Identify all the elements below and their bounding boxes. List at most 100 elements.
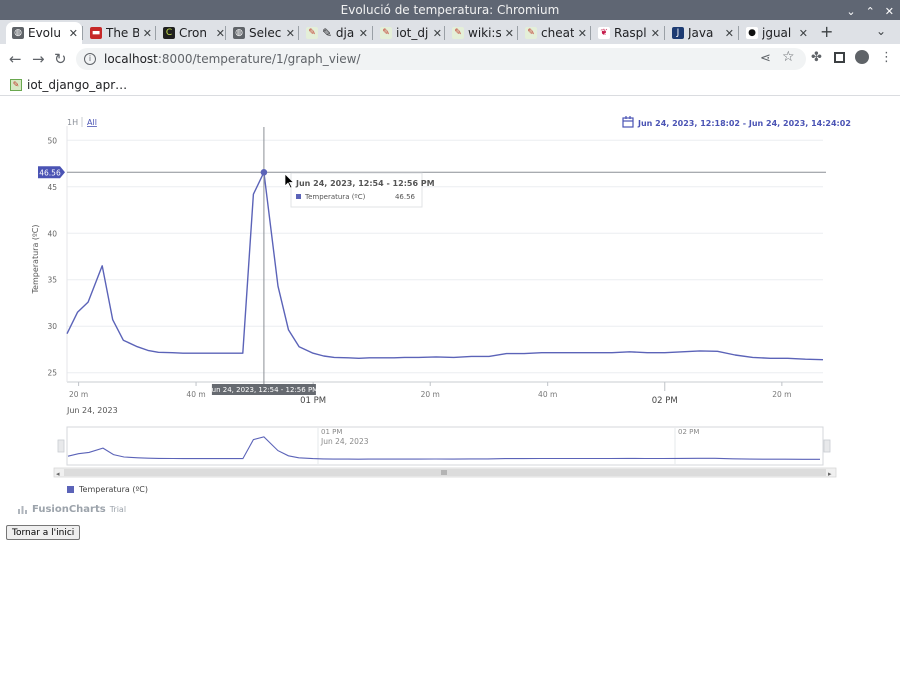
site-info-icon[interactable]: i	[84, 53, 96, 65]
django-icon: ✎	[525, 27, 537, 39]
share-icon[interactable]: ⋖	[760, 51, 771, 66]
browser-tab[interactable]: ◍ Evolu ✕	[6, 22, 82, 44]
scrollbar-thumb[interactable]	[64, 469, 826, 476]
tab-search-icon[interactable]: ⌄	[876, 24, 886, 38]
profile-avatar-icon[interactable]	[855, 50, 869, 64]
tab-separator	[517, 26, 518, 40]
django-icon: ✎	[10, 78, 22, 91]
maximize-icon[interactable]: ⌃	[866, 2, 875, 22]
tab-close-icon[interactable]: ✕	[433, 27, 442, 40]
address-bar[interactable]: i localhost :8000/temperature/1/graph_vi…	[76, 48, 806, 70]
tab-label: Raspl	[614, 26, 647, 40]
time-navigator[interactable]: 01 PM Jun 24, 2023 02 PM	[57, 426, 831, 466]
minimize-icon[interactable]: ⌄	[846, 2, 855, 22]
x-tick-label: 40 m	[186, 390, 205, 399]
x-axis: 20 m 40 m 01 PM 20 m 40 m 02 PM 20 m	[69, 382, 791, 406]
bookmark-star-icon[interactable]: ☆	[782, 49, 795, 65]
x-tick-label: 02 PM	[652, 396, 678, 406]
y-tick-label: 35	[47, 276, 57, 285]
tab-separator	[225, 26, 226, 40]
navigator-left-handle[interactable]	[57, 439, 65, 453]
forward-arrow-icon[interactable]: →	[32, 50, 45, 68]
browser-tab[interactable]: ◍ Selec ✕	[227, 22, 299, 44]
browser-tab[interactable]: C Cron ✕	[157, 22, 229, 44]
window-title: Evolució de temperatura: Chromium	[340, 3, 560, 17]
fusioncharts-credit[interactable]: FusionCharts Trial	[18, 504, 126, 515]
globe-icon: ◍	[12, 27, 24, 39]
tab-close-icon[interactable]: ✕	[359, 27, 368, 40]
tab-close-icon[interactable]: ✕	[286, 27, 295, 40]
browser-tab[interactable]: ● jgual ✕	[740, 22, 812, 44]
y-axis-label: Temperatura (ºC)	[31, 225, 40, 295]
tab-separator	[664, 26, 665, 40]
tab-close-icon[interactable]: ✕	[505, 27, 514, 40]
tab-strip: ◍ Evolu ✕ ▬ The B ✕ C Cron ✕ ◍ Selec ✕ ✎ ✎ dja ✕ ✎ iot_d…	[0, 20, 900, 44]
tab-separator	[82, 26, 83, 40]
side-panel-icon[interactable]	[834, 52, 845, 63]
tab-separator	[298, 26, 299, 40]
y-tick-label: 40	[47, 229, 57, 238]
browser-tab[interactable]: ▬ The B ✕	[84, 22, 156, 44]
new-tab-button[interactable]: +	[820, 22, 833, 41]
y-tick-label: 25	[47, 369, 57, 378]
legend-entry[interactable]: Temperatura (ºC)	[78, 485, 148, 494]
bookmark-item[interactable]: iot_django_apr…	[27, 78, 127, 92]
browser-tab[interactable]: ✎ cheat ✕	[519, 22, 591, 44]
x-tick-label: 01 PM	[300, 396, 326, 406]
tab-separator	[155, 26, 156, 40]
browser-tab[interactable]: ❦ Raspl ✕	[592, 22, 664, 44]
tooltip-value: 46.56	[395, 193, 416, 201]
tab-close-icon[interactable]: ✕	[578, 27, 587, 40]
red-badge-icon: ▬	[90, 27, 102, 39]
x-tick-label: 20 m	[421, 390, 440, 399]
calendar-icon[interactable]	[622, 116, 634, 128]
tooltip-series-swatch	[296, 194, 301, 199]
tab-close-icon[interactable]: ✕	[799, 27, 808, 40]
browser-tab[interactable]: ✎ wiki:s ✕	[446, 22, 518, 44]
back-home-button[interactable]: Tornar a l'inici	[6, 525, 81, 540]
url-host: localhost	[104, 52, 158, 66]
y-tick-label: 45	[47, 183, 57, 192]
credit-trial: Trial	[109, 505, 127, 514]
tab-close-icon[interactable]: ✕	[69, 27, 78, 40]
tab-close-icon[interactable]: ✕	[651, 27, 660, 40]
temperature-chart: 1H All Jun 24, 2023, 12:18:02 - Jun 24, …	[31, 116, 851, 494]
range-all-button[interactable]: All	[87, 118, 97, 127]
close-window-icon[interactable]: ✕	[885, 2, 894, 22]
chart-scrollbar[interactable]: ◂ ▸	[53, 467, 837, 478]
cron-icon: C	[163, 27, 175, 39]
y-tick-label: 30	[47, 322, 57, 331]
scroll-right-icon[interactable]: ▸	[828, 470, 832, 478]
legend-swatch	[67, 486, 74, 493]
data-tooltip: Jun 24, 2023, 12:54 - 12:56 PM Temperatu…	[290, 172, 435, 208]
tab-label: iot_dj	[396, 26, 429, 40]
back-arrow-icon[interactable]: ←	[9, 50, 22, 68]
browser-tab[interactable]: ✎ iot_dj ✕	[374, 22, 446, 44]
date-range-label[interactable]: Jun 24, 2023, 12:18:02 - Jun 24, 2023, 1…	[637, 119, 851, 128]
tab-label: cheat	[541, 26, 574, 40]
series-line[interactable]	[66, 171, 824, 361]
tab-close-icon[interactable]: ✕	[725, 27, 734, 40]
tab-label: wiki:s	[468, 26, 501, 40]
x-tick-label: 20 m	[772, 390, 791, 399]
range-1h-button[interactable]: 1H	[67, 118, 78, 127]
extensions-icon[interactable]: ✤	[811, 50, 822, 65]
navigator-label-2pm: 02 PM	[678, 428, 699, 436]
javascript-icon: J	[672, 27, 684, 39]
browser-tab[interactable]: ✎ ✎ dja ✕	[300, 22, 372, 44]
tab-close-icon[interactable]: ✕	[143, 27, 152, 40]
reload-icon[interactable]: ↻	[54, 50, 67, 68]
tooltip-series-name: Temperatura (ºC)	[304, 193, 366, 201]
hover-point-marker[interactable]	[260, 168, 268, 176]
grid-lines	[66, 126, 823, 383]
credit-brand: FusionCharts	[32, 504, 106, 515]
scroll-left-icon[interactable]: ◂	[56, 470, 60, 478]
navigator-right-handle[interactable]	[823, 439, 831, 453]
tab-close-icon[interactable]: ✕	[216, 27, 225, 40]
chart-legend[interactable]: Temperatura (ºC)	[67, 485, 148, 494]
browser-tab[interactable]: J Java ✕	[666, 22, 738, 44]
django-icon: ✎	[306, 27, 318, 39]
browser-menu-icon[interactable]: ⋮	[880, 50, 893, 65]
x-axis-date-label: Jun 24, 2023	[66, 406, 118, 415]
tab-separator	[738, 26, 739, 40]
